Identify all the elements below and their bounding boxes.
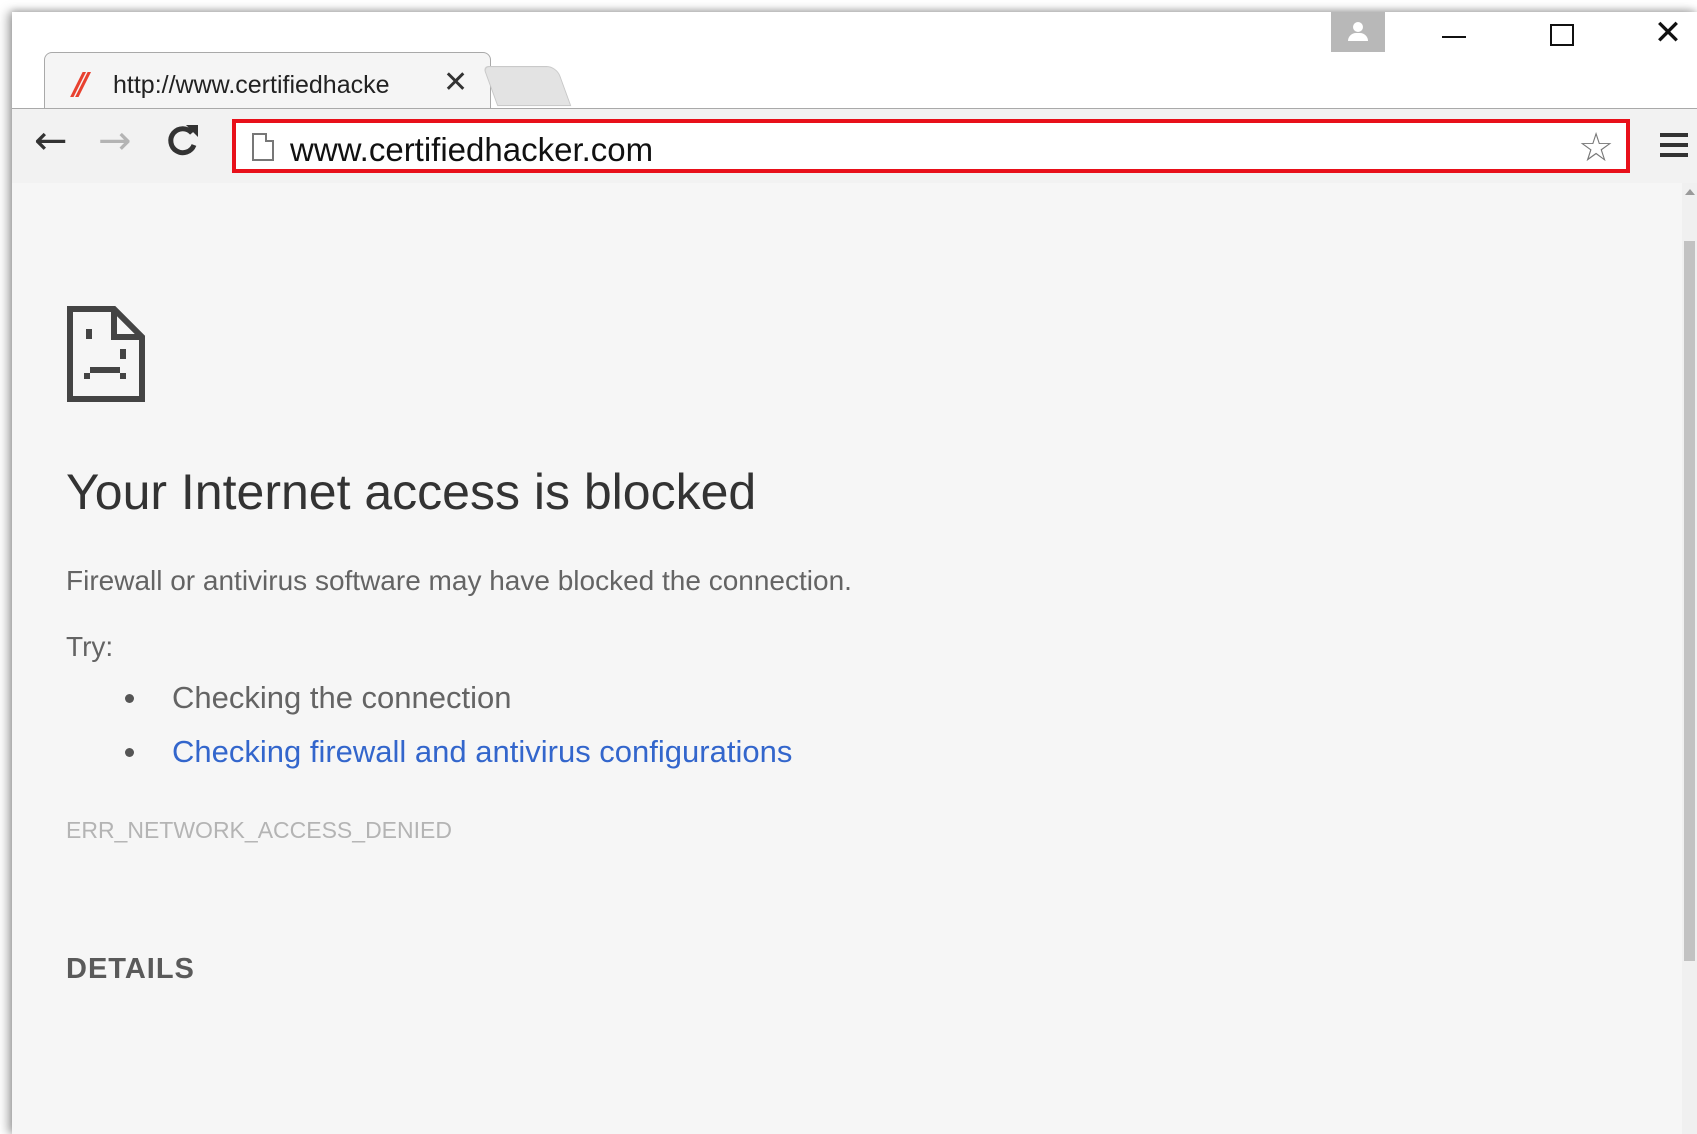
vertical-scrollbar[interactable] bbox=[1682, 183, 1697, 1134]
try-label: Try: bbox=[66, 631, 114, 662]
avatar-icon bbox=[1353, 22, 1363, 32]
tab-title: http://www.certifiedhacke bbox=[113, 71, 390, 99]
browser-toolbar: ← → www.certifiedhacker.com ☆ bbox=[12, 108, 1697, 184]
error-message: Firewall or antivirus software may have … bbox=[66, 565, 852, 596]
site-favicon-icon: // bbox=[73, 67, 83, 102]
firewall-config-link[interactable]: Checking firewall and antivirus configur… bbox=[172, 734, 792, 769]
page-icon bbox=[252, 133, 274, 161]
forward-button[interactable]: → bbox=[98, 121, 132, 161]
reload-icon bbox=[168, 125, 198, 156]
list-item: Checking the connection bbox=[66, 671, 792, 725]
list-item: Checking firewall and antivirus configur… bbox=[66, 725, 792, 779]
browser-window: // http://www.certifiedhacke ✕ ✕ ← → www… bbox=[12, 12, 1697, 1134]
bookmark-star-icon[interactable]: ☆ bbox=[1578, 125, 1614, 171]
avatar-body bbox=[1348, 33, 1368, 41]
sad-document-icon bbox=[67, 306, 145, 402]
tab-close-icon[interactable]: ✕ bbox=[443, 65, 468, 100]
chrome-menu-icon[interactable] bbox=[1660, 133, 1688, 161]
minimize-button[interactable] bbox=[1424, 12, 1484, 52]
error-page: Your Internet access is blocked Firewall… bbox=[12, 183, 1682, 1134]
suggestions-list: Checking the connection Checking firewal… bbox=[66, 671, 792, 779]
url-text: www.certifiedhacker.com bbox=[290, 131, 654, 168]
scrollbar-thumb[interactable] bbox=[1684, 241, 1695, 961]
bullet-icon bbox=[125, 694, 134, 703]
profile-button[interactable] bbox=[1331, 12, 1385, 52]
close-window-button[interactable]: ✕ bbox=[1638, 16, 1697, 56]
reload-button[interactable] bbox=[164, 121, 200, 168]
address-bar[interactable]: www.certifiedhacker.com ☆ bbox=[232, 119, 1630, 173]
maximize-icon bbox=[1550, 24, 1574, 46]
new-tab-button[interactable] bbox=[482, 66, 572, 106]
scroll-up-icon[interactable] bbox=[1685, 189, 1695, 195]
error-heading: Your Internet access is blocked bbox=[66, 464, 757, 520]
browser-tab[interactable]: // http://www.certifiedhacke ✕ bbox=[44, 52, 491, 111]
maximize-button[interactable] bbox=[1532, 12, 1592, 52]
suggestion-check-connection: Checking the connection bbox=[172, 680, 512, 715]
minimize-icon bbox=[1442, 36, 1466, 38]
tab-strip: // http://www.certifiedhacke ✕ ✕ bbox=[12, 12, 1697, 111]
bullet-icon bbox=[125, 748, 134, 757]
back-button[interactable]: ← bbox=[34, 121, 68, 161]
details-button[interactable]: DETAILS bbox=[66, 953, 195, 986]
error-code: ERR_NETWORK_ACCESS_DENIED bbox=[66, 817, 452, 843]
